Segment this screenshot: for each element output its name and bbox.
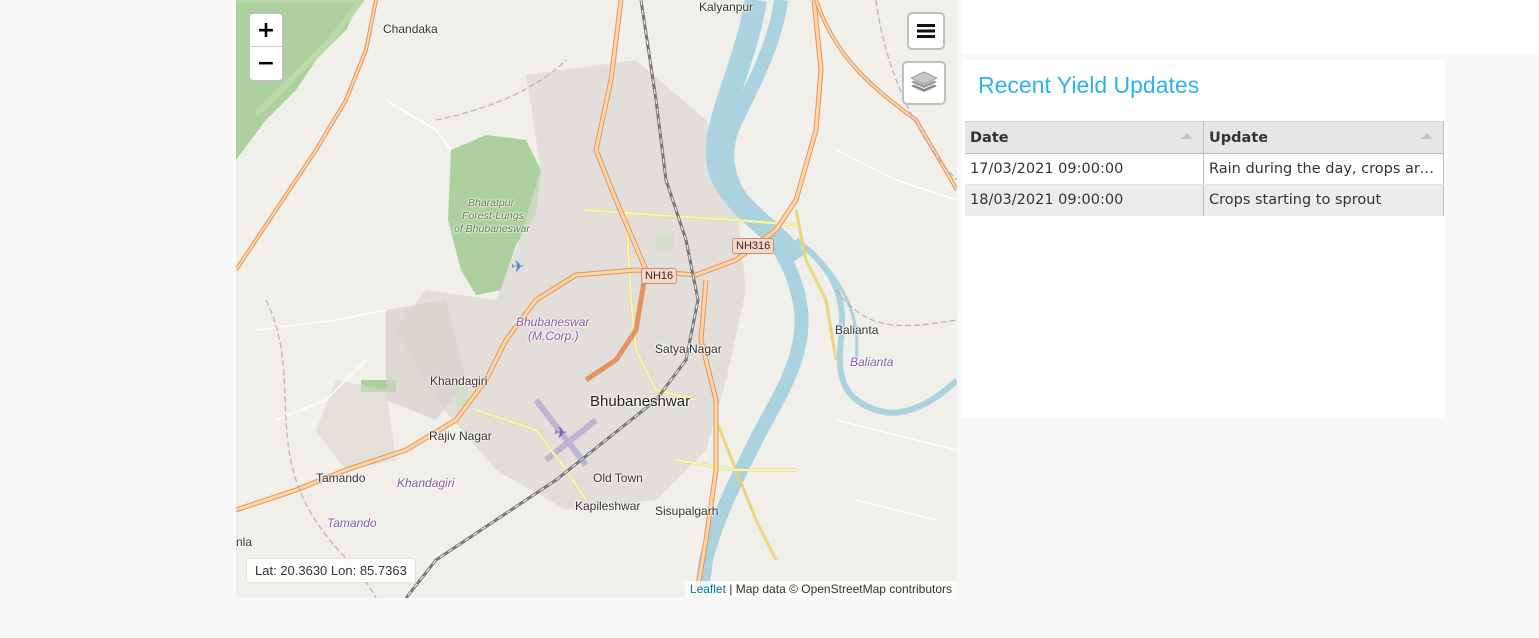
label-balianta-area: Balianta xyxy=(850,355,894,369)
label-old-town: Old Town xyxy=(593,471,643,485)
recent-yield-panel: Recent Yield Updates Date Update 17/03/2… xyxy=(962,60,1445,418)
top-panel xyxy=(962,0,1539,54)
label-bbsr-corp-1: Bhubaneswar xyxy=(516,315,590,329)
map-view[interactable]: ✈ ✈ Kalyanpur Chandaka Bharatpur Forest-… xyxy=(236,0,957,598)
cell-date: 17/03/2021 09:00:00 xyxy=(965,153,1204,185)
label-khandagiri-area: Khandagiri xyxy=(397,476,455,490)
table-row[interactable]: 18/03/2021 09:00:00 Crops starting to sp… xyxy=(965,184,1444,216)
attribution-text: | Map data © OpenStreetMap contributors xyxy=(725,582,952,596)
svg-text:✈: ✈ xyxy=(554,423,567,442)
table-header-row: Date Update xyxy=(965,121,1444,154)
column-header-label: Date xyxy=(970,129,1009,146)
leaflet-link[interactable]: Leaflet xyxy=(690,582,726,596)
zoom-control: + − xyxy=(248,12,284,82)
label-kalyanpur: Kalyanpur xyxy=(699,0,754,14)
panel-title: Recent Yield Updates xyxy=(978,72,1200,98)
column-header-label: Update xyxy=(1209,129,1269,146)
label-tamando: Tamando xyxy=(316,471,366,485)
label-kapileshwar: Kapileshwar xyxy=(575,499,641,513)
label-nla: nla xyxy=(236,535,253,549)
label-chandaka: Chandaka xyxy=(383,22,438,36)
cell-date: 18/03/2021 09:00:00 xyxy=(965,184,1204,216)
label-forest-2: Forest-Lungs xyxy=(462,210,524,222)
column-header-update[interactable]: Update xyxy=(1203,121,1444,154)
map-menu-button[interactable] xyxy=(907,12,945,50)
coordinates-readout: Lat: 20.3630 Lon: 85.7363 xyxy=(247,559,415,582)
map-attribution: Leaflet | Map data © OpenStreetMap contr… xyxy=(684,581,957,598)
column-header-date[interactable]: Date xyxy=(965,121,1204,154)
label-rajiv-nagar: Rajiv Nagar xyxy=(429,429,492,443)
shield-nh316: NH316 xyxy=(732,238,775,254)
sort-ascending-icon[interactable] xyxy=(1181,133,1193,139)
zoom-out-button[interactable]: − xyxy=(250,47,282,80)
label-sisupalgarh: Sisupalgarh xyxy=(655,504,719,518)
label-khandagiri: Khandagiri xyxy=(430,374,488,388)
label-balianta: Balianta xyxy=(835,323,879,337)
label-tamando-area: Tamando xyxy=(327,516,377,530)
layers-icon xyxy=(910,71,938,92)
label-bbsr-corp-2: (M.Corp.) xyxy=(528,329,579,343)
zoom-in-button[interactable]: + xyxy=(250,14,282,47)
cell-update: Crops starting to sprout xyxy=(1203,184,1444,216)
hamburger-menu-icon xyxy=(917,24,935,38)
svg-text:✈: ✈ xyxy=(511,257,524,276)
label-satya-nagar: Satya Nagar xyxy=(655,342,722,356)
label-forest-3: of Bhubaneswar xyxy=(454,223,530,235)
yield-table: Date Update 17/03/2021 09:00:00 Rain dur… xyxy=(965,121,1444,216)
label-bhubaneshwar: Bhubaneshwar xyxy=(590,393,691,410)
layers-button[interactable] xyxy=(902,61,946,105)
shield-nh16: NH16 xyxy=(641,268,678,284)
label-forest-1: Bharatpur xyxy=(468,197,515,209)
table-row[interactable]: 17/03/2021 09:00:00 Rain during the day,… xyxy=(965,153,1444,185)
cell-update: Rain during the day, crops are ... xyxy=(1203,153,1444,185)
sort-ascending-icon[interactable] xyxy=(1421,133,1433,139)
